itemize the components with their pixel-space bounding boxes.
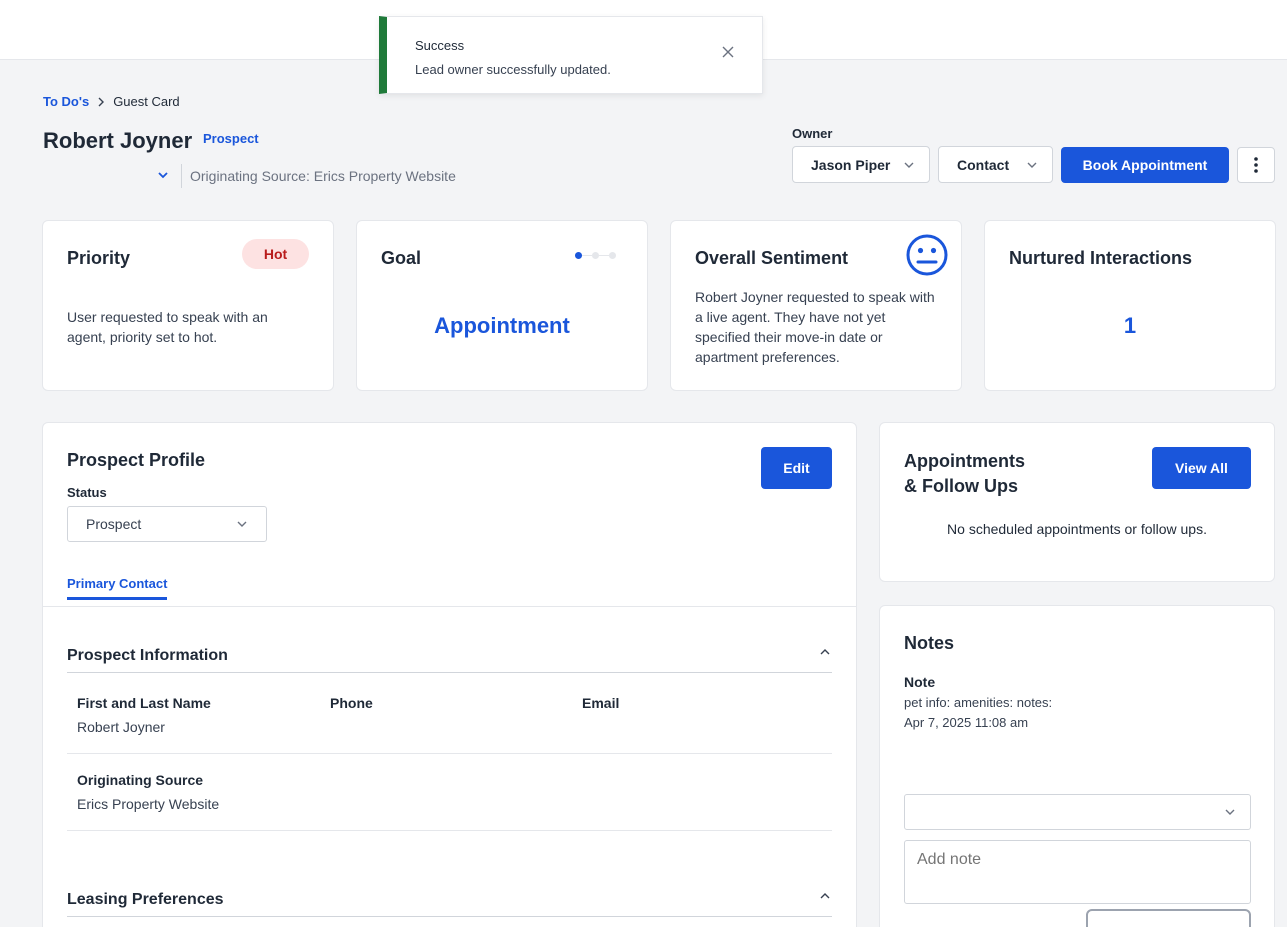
priority-title: Priority — [67, 248, 131, 268]
more-options-button[interactable] — [1237, 147, 1275, 183]
breadcrumb: To Do's Guest Card — [43, 94, 180, 109]
row-divider — [67, 753, 832, 754]
sentiment-title: Overall Sentiment — [695, 248, 849, 268]
breadcrumb-current: Guest Card — [113, 94, 180, 109]
appointments-card: Appointments & Follow Ups View All No sc… — [879, 422, 1275, 582]
tab-primary-contact[interactable]: Primary Contact — [67, 576, 168, 600]
neutral-face-icon — [906, 234, 948, 276]
status-select[interactable]: Prospect — [67, 506, 267, 542]
chevron-down-icon[interactable] — [156, 168, 170, 182]
leasing-preferences-heading: Leasing Preferences — [67, 891, 224, 908]
contact-dropdown[interactable]: Contact — [938, 146, 1053, 183]
appointments-title-line2: & Follow Ups — [904, 476, 1018, 496]
owner-label: Owner — [792, 126, 833, 141]
progress-dot — [609, 252, 616, 259]
prospect-profile-card: Prospect Profile Edit Status Prospect Pr… — [42, 422, 857, 927]
goal-title: Goal — [381, 248, 422, 268]
chevron-right-icon — [98, 97, 105, 106]
chevron-down-icon — [237, 521, 247, 527]
owner-value: Jason Piper — [811, 156, 891, 173]
add-note-input[interactable] — [904, 840, 1251, 904]
name-label: First and Last Name — [77, 695, 211, 711]
originating-source-label: Originating Source — [77, 772, 204, 788]
add-note-button[interactable] — [1086, 909, 1251, 927]
goal-value: Appointment — [434, 313, 570, 338]
note-date: Apr 7, 2025 11:08 am — [904, 715, 1029, 730]
priority-card: Priority Hot User requested to speak wit… — [42, 220, 334, 391]
page-title: Robert Joyner — [43, 128, 193, 153]
note-type-select[interactable] — [904, 794, 1251, 830]
toast-message: Lead owner successfully updated. — [415, 62, 611, 77]
chevron-down-icon — [1027, 162, 1037, 168]
kebab-menu-icon — [1254, 157, 1258, 173]
book-appointment-button[interactable]: Book Appointment — [1061, 147, 1229, 183]
breadcrumb-todos-link[interactable]: To Do's — [43, 94, 89, 109]
phone-label: Phone — [330, 695, 373, 711]
success-toast: Success Lead owner successfully updated. — [379, 16, 763, 94]
status-value: Prospect — [86, 516, 142, 532]
section-divider — [67, 916, 832, 917]
priority-badge: Hot — [242, 239, 309, 269]
profile-title: Prospect Profile — [67, 450, 206, 470]
nurtured-card: Nurtured Interactions 1 — [984, 220, 1276, 391]
toast-title: Success — [415, 38, 465, 53]
status-label: Status — [67, 485, 107, 500]
goal-card: Goal Appointment — [356, 220, 648, 391]
email-label: Email — [582, 695, 620, 711]
priority-description: User requested to speak with an agent, p… — [67, 309, 268, 345]
tab-divider — [43, 606, 856, 607]
chevron-up-icon[interactable] — [818, 889, 832, 903]
appointments-title-line1: Appointments — [904, 451, 1025, 471]
owner-dropdown[interactable]: Jason Piper — [792, 146, 930, 183]
goal-progress-dots — [575, 252, 616, 259]
appointments-empty-text: No scheduled appointments or follow ups. — [947, 521, 1207, 537]
originating-source-text: Originating Source: Erics Property Websi… — [190, 168, 456, 184]
chevron-down-icon — [904, 162, 914, 168]
sentiment-description: Robert Joyner requested to speak with a … — [695, 289, 935, 365]
note-text: pet info: amenities: notes: — [904, 695, 1053, 710]
notes-card: Notes Note pet info: amenities: notes: A… — [879, 605, 1275, 927]
edit-button[interactable]: Edit — [761, 447, 832, 489]
notes-title: Notes — [904, 633, 955, 653]
chevron-down-icon — [1225, 809, 1235, 815]
row-divider — [67, 830, 832, 831]
nurtured-count: 1 — [1123, 313, 1137, 338]
progress-dot — [575, 252, 582, 259]
name-value: Robert Joyner — [77, 719, 165, 735]
prospect-information-heading: Prospect Information — [67, 647, 228, 664]
contact-label: Contact — [957, 156, 1010, 173]
originating-source-value: Erics Property Website — [77, 796, 220, 812]
chevron-up-icon[interactable] — [818, 645, 832, 659]
section-divider — [67, 672, 832, 673]
appointments-title: Appointments & Follow Ups — [904, 449, 1025, 499]
sentiment-card: Overall Sentiment Robert Joyner requeste… — [670, 220, 962, 391]
source-divider — [181, 164, 182, 188]
note-label: Note — [904, 674, 936, 690]
view-all-button[interactable]: View All — [1152, 447, 1251, 489]
status-badge: Prospect — [203, 131, 259, 146]
nurtured-title: Nurtured Interactions — [1009, 248, 1193, 268]
close-icon[interactable] — [720, 44, 736, 60]
progress-dot — [592, 252, 599, 259]
